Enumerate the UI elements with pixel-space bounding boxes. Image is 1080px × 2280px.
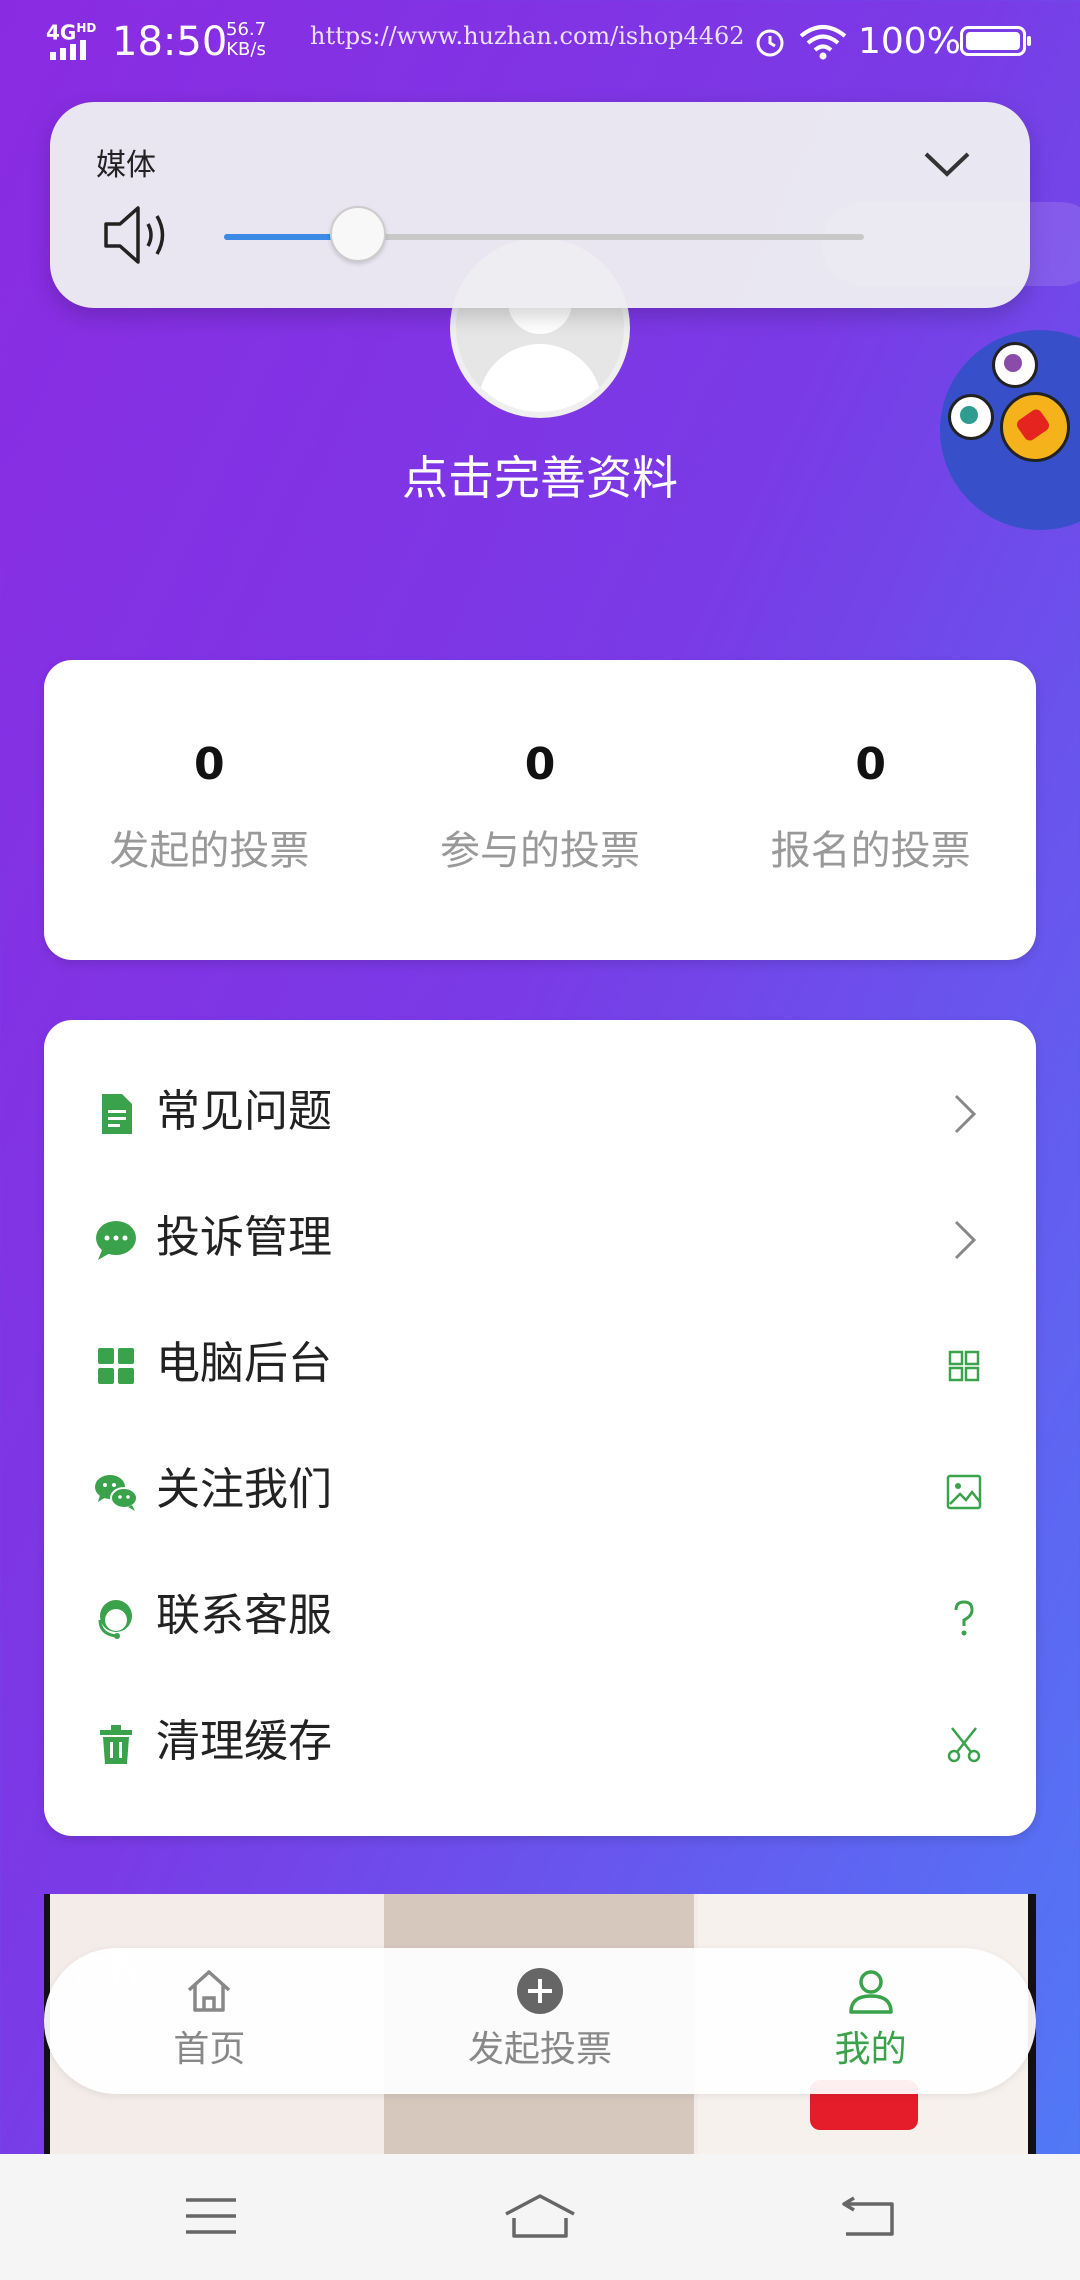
image-icon (946, 1474, 982, 1510)
network-indicator: 4GHD (46, 20, 97, 45)
tab-home[interactable]: 首页 (44, 1948, 375, 2094)
document-icon (102, 1094, 132, 1134)
chat-bubble-icon (96, 1221, 136, 1260)
tab-label: 我的 (834, 2029, 907, 2070)
alarm-icon (756, 29, 784, 57)
trash-icon (100, 1725, 132, 1764)
menu-item-faq[interactable]: 常见问题 (44, 1070, 1036, 1196)
chevron-right-icon (954, 1094, 977, 1134)
tab-label: 首页 (173, 2029, 246, 2070)
volume-slider[interactable] (224, 206, 864, 262)
clock: 18:50 (112, 19, 228, 65)
grid-outline-icon (948, 1350, 980, 1382)
wechat-icon (95, 1475, 138, 1511)
menu-item-pc-admin[interactable]: 电脑后台 (44, 1322, 1036, 1448)
home-icon (188, 1970, 231, 2012)
stat-label: 参与的投票 (440, 828, 640, 874)
menu-item-label: 联系客服 (156, 1590, 332, 1641)
volume-slider-thumb[interactable] (330, 206, 387, 262)
speaker-icon[interactable] (102, 202, 172, 268)
menu-item-label: 电脑后台 (156, 1338, 332, 1389)
menu-item-follow-us[interactable]: 关注我们 (44, 1448, 1036, 1574)
vote-stats-card: 0 发起的投票 0 参与的投票 0 报名的投票 (44, 660, 1036, 960)
scissors-icon (947, 1727, 981, 1763)
media-title: 媒体 (96, 148, 156, 183)
media-panel-shadow (822, 202, 1080, 286)
stat-label: 发起的投票 (109, 828, 310, 874)
tab-mine[interactable]: 我的 (705, 1948, 1036, 2094)
menu-item-clear-cache[interactable]: 清理缓存 (44, 1700, 1036, 1826)
back-icon[interactable] (840, 2194, 896, 2238)
question-icon (954, 1600, 974, 1636)
plus-circle-icon (517, 1968, 563, 2014)
menu-card: 常见问题 投诉管理 电脑后台 关注我们 联系客服 清理缓存 (44, 1020, 1036, 1836)
battery-icon (960, 26, 1031, 56)
stat-registered[interactable]: 0 报名的投票 (705, 660, 1036, 960)
media-volume-panel: 媒体 (50, 102, 1080, 308)
menu-icon[interactable] (184, 2194, 238, 2238)
user-icon (848, 1970, 893, 2014)
network-speed: 56.7 KB/s (226, 19, 267, 60)
bottom-tab-bar: 首页 发起投票 我的 (44, 1948, 1036, 2094)
battery-percent: 100% (858, 21, 961, 62)
stat-value: 0 (855, 739, 886, 790)
wifi-icon (799, 25, 847, 60)
chevron-right-icon (954, 1220, 977, 1260)
stat-participated[interactable]: 0 参与的投票 (375, 660, 706, 960)
menu-item-label: 清理缓存 (156, 1716, 332, 1767)
headset-agent-icon (98, 1600, 132, 1639)
system-nav-bar (0, 2154, 1080, 2280)
grid-icon (98, 1348, 134, 1384)
url-watermark: https://www.huzhan.com/ishop4462 (310, 22, 745, 50)
complete-profile-link[interactable]: 点击完善资料 (0, 448, 1080, 508)
tab-label: 发起投票 (468, 2029, 613, 2070)
stat-initiated[interactable]: 0 发起的投票 (44, 660, 375, 960)
tab-create-vote[interactable]: 发起投票 (375, 1948, 706, 2094)
status-bar: 4GHD 18:50 56.7 KB/s https://www.huzhan.… (0, 0, 1080, 84)
stat-value: 0 (194, 739, 225, 790)
floating-eyes-widget[interactable] (903, 293, 1080, 567)
signal-icon (50, 40, 86, 60)
menu-item-label: 关注我们 (156, 1464, 332, 1515)
chevron-down-icon[interactable] (922, 146, 972, 180)
menu-item-label: 投诉管理 (156, 1212, 332, 1263)
stat-value: 0 (524, 739, 556, 790)
menu-item-customer-service[interactable]: 联系客服 (44, 1574, 1036, 1700)
stat-label: 报名的投票 (770, 828, 971, 874)
menu-item-complaints[interactable]: 投诉管理 (44, 1196, 1036, 1322)
home-button-icon[interactable] (504, 2194, 576, 2238)
menu-item-label: 常见问题 (156, 1086, 332, 1137)
